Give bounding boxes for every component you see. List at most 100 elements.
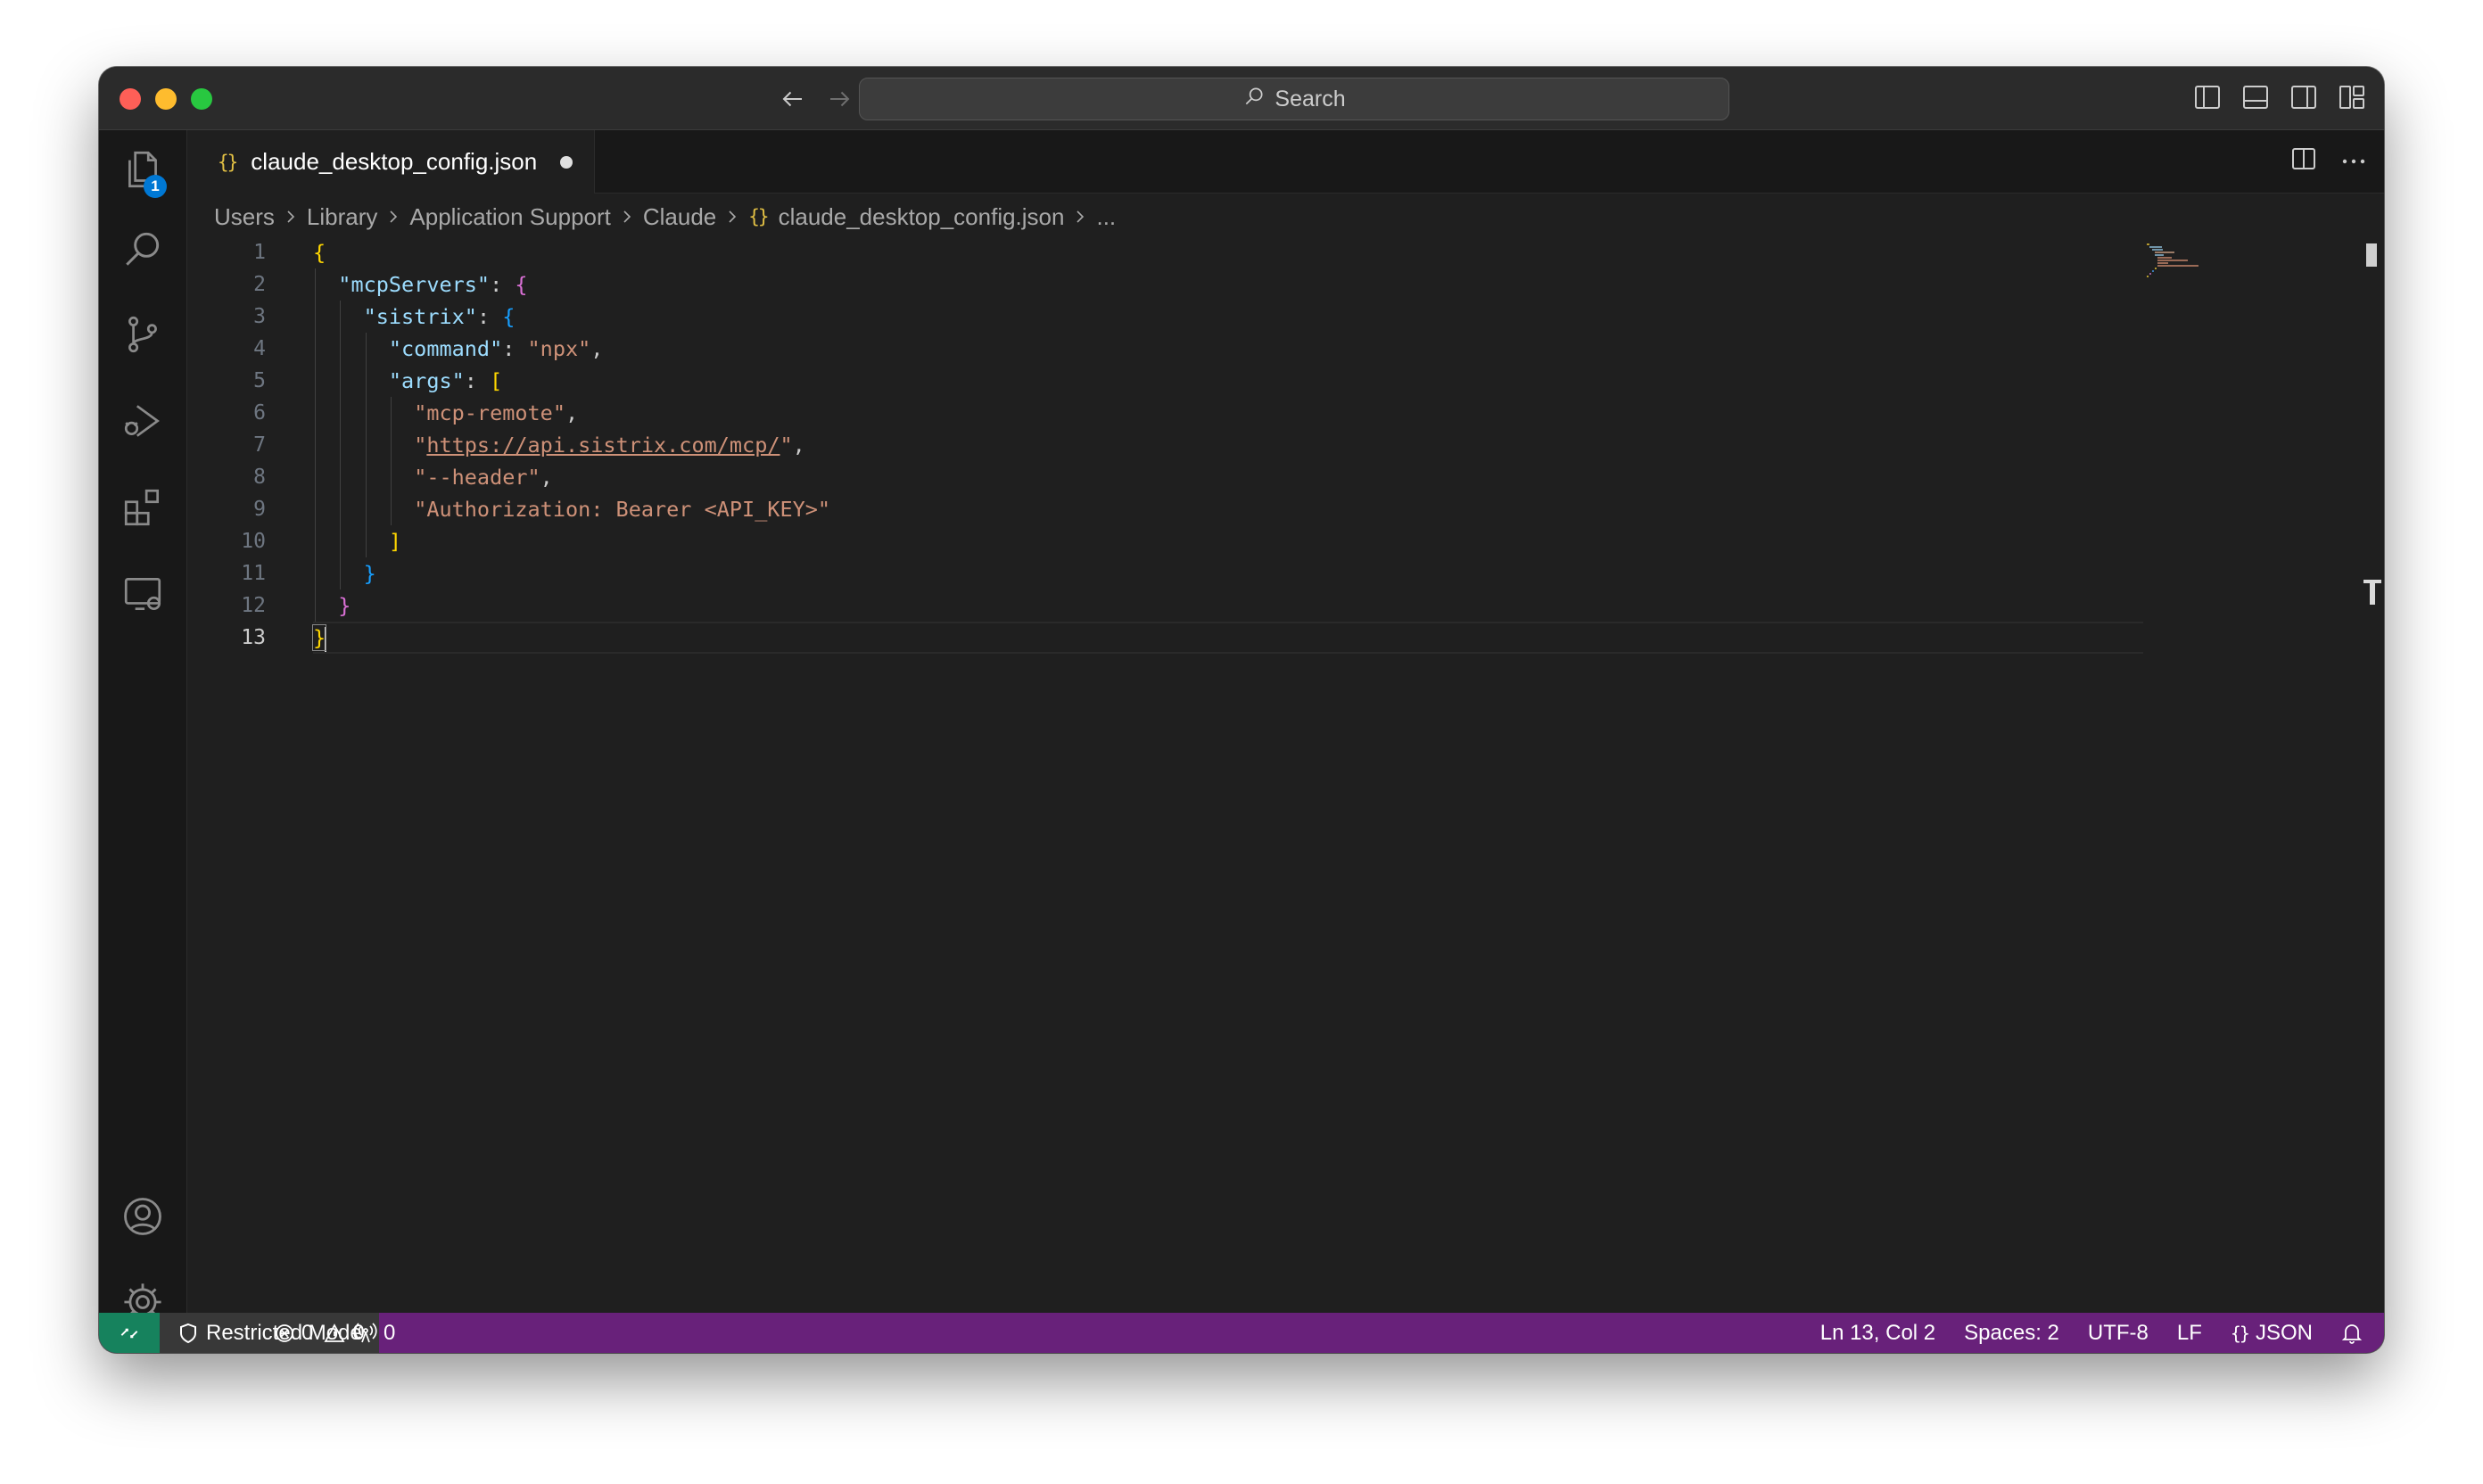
json-string: "Authorization: Bearer <API_KEY>" [414, 497, 831, 522]
error-icon [276, 1323, 293, 1342]
ports-indicator[interactable]: 0 [354, 1313, 395, 1353]
title-bar: Search [99, 67, 2384, 130]
code-line-current: } [311, 622, 2143, 654]
remote-explorer-icon[interactable] [99, 558, 186, 630]
error-count: 0 [301, 1320, 314, 1345]
explorer-badge: 1 [144, 175, 167, 198]
language-mode[interactable]: {} JSON [2231, 1321, 2313, 1346]
line-number: 12 [241, 594, 266, 617]
breadcrumb-item-users[interactable]: Users [214, 203, 275, 231]
toggle-secondary-sidebar-icon[interactable] [2289, 81, 2318, 113]
tab-filename: claude_desktop_config.json [251, 148, 538, 175]
code-line: "command": "npx", [313, 333, 2143, 365]
close-brace: } [363, 561, 376, 586]
status-bar: Restricted Mode 0 0 0 Ln 13, Col 2 Space… [99, 1313, 2384, 1353]
line-number: 11 [241, 562, 266, 585]
split-editor-icon[interactable] [2291, 146, 2316, 176]
close-brace: } [311, 624, 327, 651]
customize-layout-icon[interactable] [2338, 81, 2366, 113]
line-number: 1 [253, 241, 266, 264]
breadcrumb-item-application-support[interactable]: Application Support [409, 203, 610, 231]
json-file-icon: {} [218, 151, 238, 173]
close-brace: } [338, 593, 351, 618]
problems-indicator[interactable]: 0 0 [274, 1313, 365, 1353]
extensions-icon[interactable] [99, 472, 186, 543]
command-center-search[interactable]: Search [859, 78, 1729, 120]
indentation[interactable]: Spaces: 2 [1964, 1321, 2059, 1346]
code-line: } [313, 557, 2143, 589]
back-arrow-icon[interactable] [773, 79, 813, 119]
line-number: 10 [241, 530, 266, 553]
breadcrumb-item-symbols[interactable]: ... [1096, 203, 1116, 231]
breadcrumb-item-library[interactable]: Library [307, 203, 377, 231]
json-language-icon: {} [2230, 1322, 2250, 1344]
layout-controls [2193, 81, 2366, 113]
json-key: "args" [388, 368, 465, 393]
end-of-line[interactable]: LF [2177, 1321, 2202, 1346]
shield-icon [180, 1323, 196, 1343]
line-number: 6 [253, 401, 266, 425]
chevron-right-icon [1074, 208, 1086, 226]
code-line: "args": [ [313, 365, 2143, 397]
line-number-current: 13 [241, 626, 266, 649]
line-number: 4 [253, 337, 266, 360]
activity-bar: 1 [99, 130, 187, 1321]
minimize-window-button[interactable] [155, 88, 177, 110]
toggle-panel-icon[interactable] [2241, 81, 2270, 113]
chevron-right-icon [621, 208, 633, 226]
code-line: "Authorization: Bearer <API_KEY>" [313, 493, 2143, 525]
explorer-icon[interactable]: 1 [99, 134, 186, 205]
line-number: 9 [253, 498, 266, 521]
search-icon [1242, 85, 1266, 114]
text-cursor-ibeam-icon [2363, 579, 2382, 606]
url-link[interactable]: https://api.sistrix.com/mcp/ [426, 433, 780, 458]
toggle-primary-sidebar-icon[interactable] [2193, 81, 2222, 113]
zoom-window-button[interactable] [191, 88, 212, 110]
code-line: } [313, 589, 2143, 622]
json-file-icon: {} [748, 206, 769, 227]
accounts-icon[interactable] [99, 1181, 186, 1252]
json-key: "command" [388, 336, 503, 361]
code-line: "sistrix": { [313, 301, 2143, 333]
code-line: "--header", [313, 461, 2143, 493]
vscode-window: Search 1 {} claude_desktop_config.json U… [99, 67, 2384, 1353]
more-actions-icon[interactable] [2341, 153, 2366, 169]
editor-actions [2291, 146, 2366, 176]
notifications-bell-icon[interactable] [2341, 1322, 2363, 1345]
cursor-position[interactable]: Ln 13, Col 2 [1820, 1321, 1935, 1346]
json-key: "mcpServers" [338, 272, 491, 297]
chevron-right-icon [726, 208, 738, 226]
source-control-icon[interactable] [99, 299, 186, 370]
open-brace: { [313, 240, 326, 265]
code-line: "https://api.sistrix.com/mcp/", [313, 429, 2143, 461]
line-number: 7 [253, 433, 266, 457]
broadcast-icon [354, 1322, 377, 1342]
chevron-right-icon [387, 208, 400, 226]
breadcrumb-item-claude[interactable]: Claude [643, 203, 716, 231]
encoding[interactable]: UTF-8 [2088, 1321, 2149, 1346]
tab-claude-desktop-config[interactable]: {} claude_desktop_config.json [187, 130, 595, 194]
run-debug-icon[interactable] [99, 385, 186, 457]
breadcrumb-item-file[interactable]: claude_desktop_config.json [779, 203, 1065, 231]
code-editor[interactable]: 1 2 3 4 5 6 7 8 9 10 11 12 13 { "mcpServ… [187, 236, 2384, 1313]
code-line: "mcpServers": { [313, 268, 2143, 301]
close-bracket: ] [388, 529, 402, 554]
unsaved-dot-icon[interactable] [560, 155, 573, 169]
search-icon[interactable] [99, 213, 186, 284]
minimap[interactable] [2145, 242, 2225, 295]
line-number: 3 [253, 305, 266, 328]
line-number-gutter: 1 2 3 4 5 6 7 8 9 10 11 12 13 [187, 236, 266, 654]
code-lines: { "mcpServers": { "sistrix": { "command"… [311, 236, 2143, 654]
search-placeholder: Search [1274, 86, 1346, 111]
line-number: 2 [253, 273, 266, 296]
code-line: { [313, 236, 2143, 268]
close-window-button[interactable] [120, 88, 141, 110]
warning-icon [324, 1323, 345, 1342]
json-key: "sistrix" [363, 304, 477, 329]
remote-indicator-icon[interactable] [99, 1313, 160, 1353]
code-line: ] [313, 525, 2143, 557]
forward-arrow-icon[interactable] [820, 79, 859, 119]
vertical-scrollbar[interactable] [2366, 243, 2377, 267]
ports-count: 0 [384, 1320, 396, 1345]
json-string: "mcp-remote" [414, 400, 565, 425]
